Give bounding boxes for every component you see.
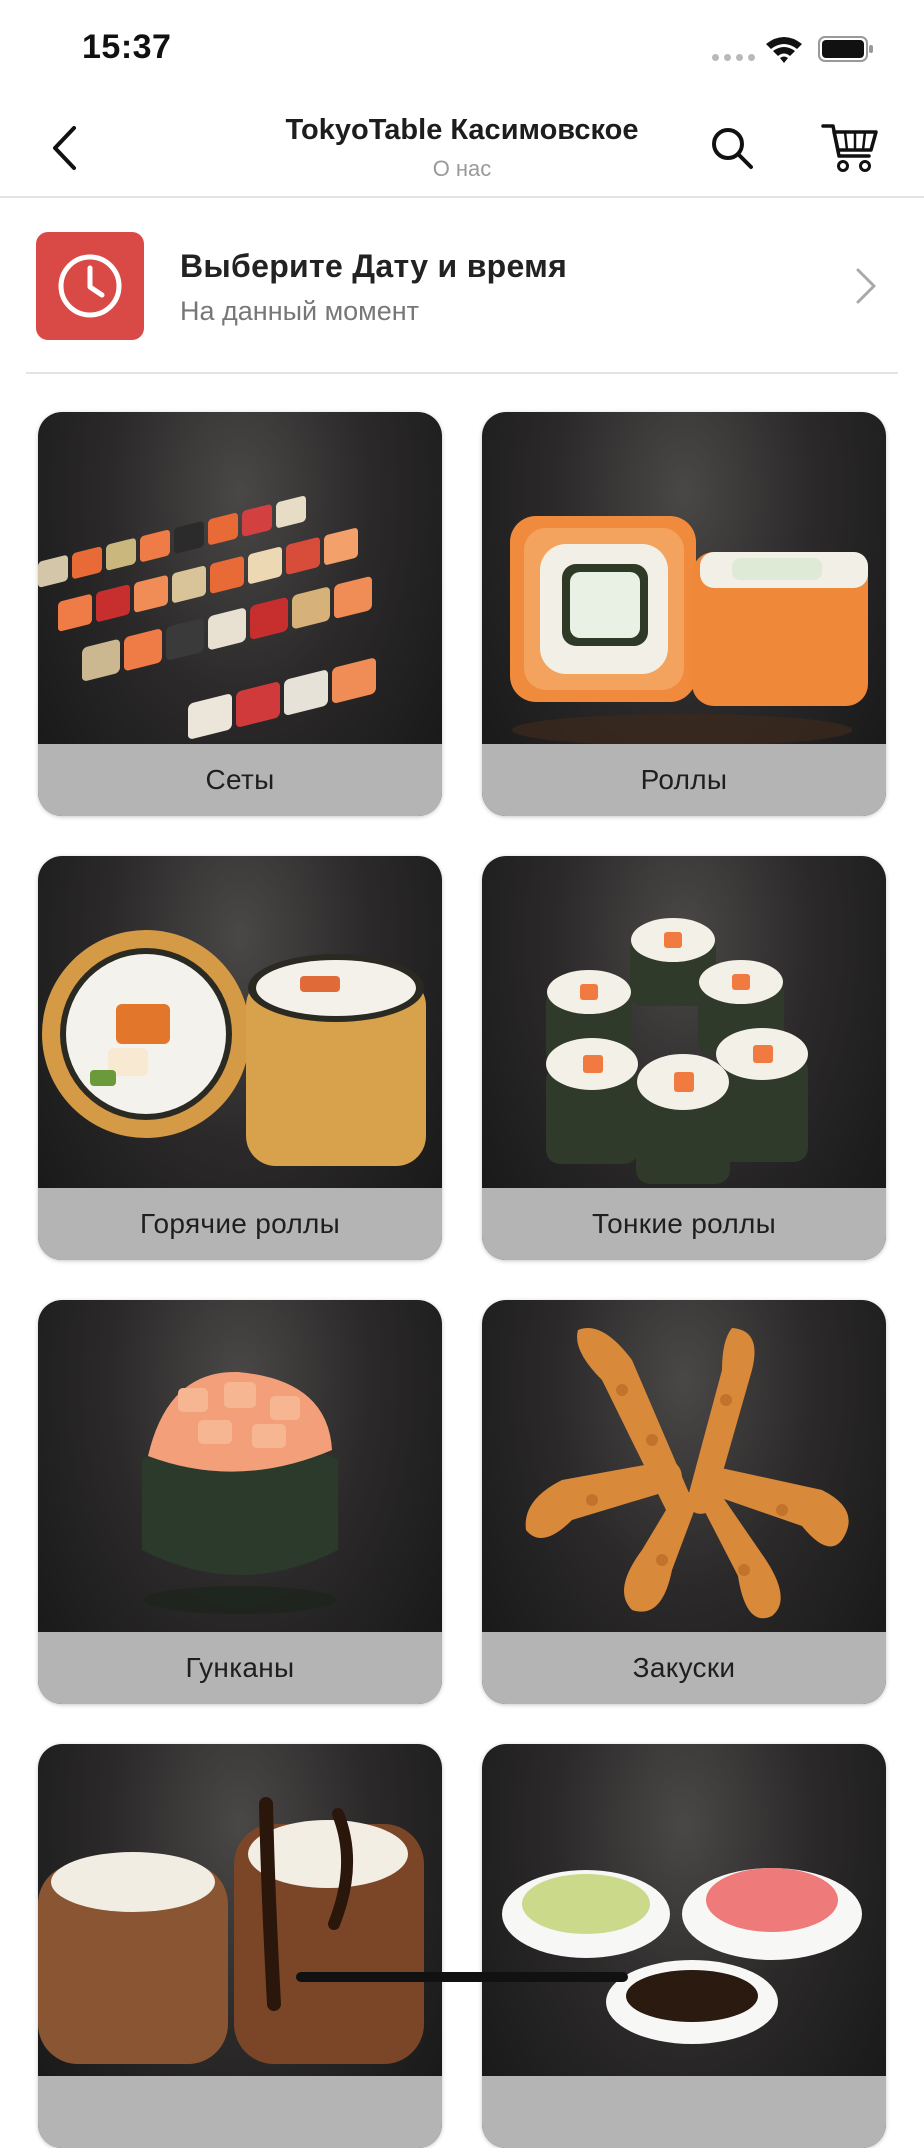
category-card-desserts[interactable] xyxy=(38,1744,442,2148)
cellular-signal-icon xyxy=(712,54,755,61)
category-label: Горячие роллы xyxy=(38,1188,442,1260)
salmon-roll-image xyxy=(510,516,868,744)
category-card-rolls[interactable]: Роллы xyxy=(482,412,886,816)
home-indicator[interactable] xyxy=(296,1972,628,1982)
datetime-selector[interactable]: Выберите Дату и время На данный момент xyxy=(26,200,898,374)
cart-icon xyxy=(821,124,878,172)
wifi-icon xyxy=(766,37,802,63)
category-label: Тонкие роллы xyxy=(482,1188,886,1260)
datetime-title: Выберите Дату и время xyxy=(180,248,568,284)
category-label xyxy=(38,2076,442,2148)
category-card-gunkans[interactable]: Гунканы xyxy=(38,1300,442,1704)
dessert-roll-image xyxy=(38,1797,424,2064)
navigation-bar: TokyoTable Касимовское О нас xyxy=(0,100,924,198)
page-title: TokyoTable Касимовское xyxy=(285,114,639,146)
chevron-right-icon xyxy=(856,268,876,304)
search-icon xyxy=(712,128,753,169)
sushi-set-image xyxy=(38,496,376,739)
about-link[interactable]: О нас xyxy=(0,156,924,182)
cart-button[interactable] xyxy=(818,118,882,178)
category-label: Роллы xyxy=(482,744,886,816)
gunkan-image xyxy=(142,1371,338,1614)
datetime-subtitle: На данный момент xyxy=(180,296,420,326)
category-label xyxy=(482,2076,886,2148)
search-button[interactable] xyxy=(704,120,760,176)
sauces-image xyxy=(502,1868,862,2044)
category-label: Гунканы xyxy=(38,1632,442,1704)
category-card-snacks[interactable]: Закуски xyxy=(482,1300,886,1704)
category-card-thin-rolls[interactable]: Тонкие роллы xyxy=(482,856,886,1260)
category-card-sets[interactable]: Сеты xyxy=(38,412,442,816)
category-card-sauces[interactable] xyxy=(482,1744,886,2148)
battery-icon xyxy=(818,36,873,62)
hot-roll-image xyxy=(42,930,426,1166)
status-bar: 15:37 xyxy=(0,0,924,100)
thin-roll-image xyxy=(546,918,808,1184)
category-label: Закуски xyxy=(482,1632,886,1704)
category-label: Сеты xyxy=(38,744,442,816)
status-time: 15:37 xyxy=(82,28,172,66)
tempura-shrimp-image xyxy=(525,1328,849,1619)
clock-icon xyxy=(36,232,144,340)
category-card-hot-rolls[interactable]: Горячие роллы xyxy=(38,856,442,1260)
